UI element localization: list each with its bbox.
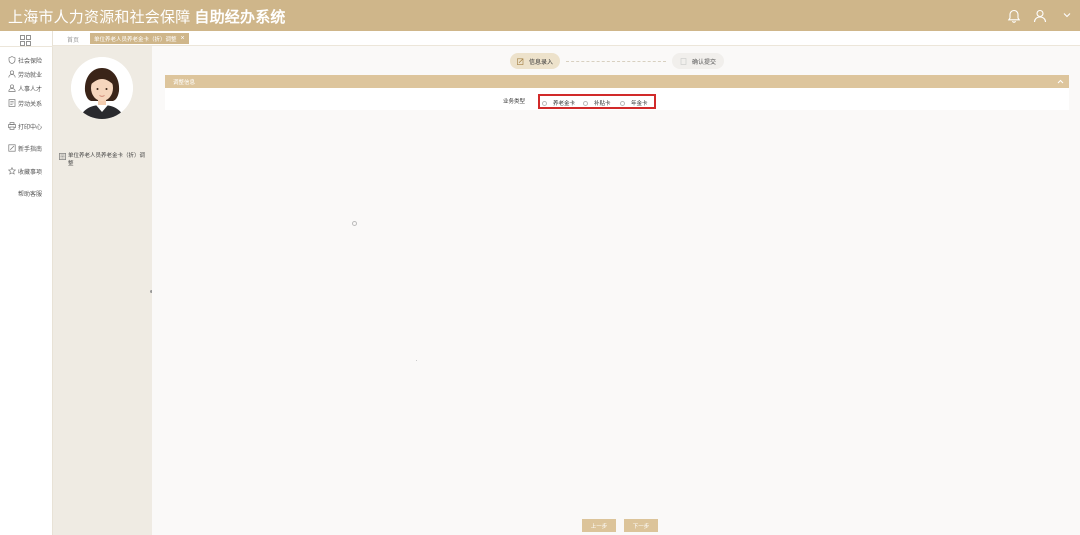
- nav-item-guide[interactable]: 新手指南: [0, 142, 53, 154]
- step-info-entry: 信息录入: [510, 53, 560, 69]
- breadcrumb-tabs: 首页 单位养老人员养老金卡（折）调整 ×: [53, 31, 1080, 46]
- radio-circle[interactable]: [620, 100, 625, 106]
- app-title-system: 自助经办系统: [194, 9, 286, 26]
- step-confirm-submit-label: 确认提交: [691, 59, 716, 66]
- avatar: [71, 57, 133, 119]
- step-indicator: 信息录入 确认提交: [510, 53, 724, 69]
- tab-home[interactable]: 首页: [67, 35, 79, 44]
- calculator-icon: [59, 153, 66, 160]
- radio-label: 年金卡: [631, 101, 648, 107]
- loading-spinner-icon: [352, 221, 357, 226]
- nav-item-label: 劳动就业: [18, 72, 43, 79]
- tab-active[interactable]: 单位养老人员养老金卡（折）调整 ×: [90, 33, 189, 44]
- nav-item-label: 人事人才: [18, 86, 43, 93]
- business-type-label: 业务类型: [503, 99, 526, 105]
- prev-step-button[interactable]: 上一步: [582, 519, 616, 532]
- nav-item-help[interactable]: 帮助客服: [0, 187, 53, 199]
- grid-menu-icon[interactable]: [20, 35, 31, 46]
- document-icon: [8, 99, 16, 107]
- tab-active-label: 单位养老人员养老金卡（折）调整: [94, 36, 177, 43]
- stray-mark: [416, 360, 417, 361]
- nav-item-label: 收藏事项: [18, 169, 43, 176]
- shield-icon: [8, 56, 16, 64]
- business-type-options: 养老金卡 补贴卡 年金卡: [538, 94, 656, 109]
- close-icon[interactable]: ×: [181, 35, 185, 42]
- nav-item-labor-relations[interactable]: 劳动关系: [0, 97, 53, 109]
- bell-icon[interactable]: [1006, 8, 1022, 24]
- top-header-bar: 上海市人力资源和社会保障 自助经办系统: [0, 0, 1080, 31]
- app-title: 上海市人力资源和社会保障 自助经办系统: [8, 6, 286, 27]
- people-icon: [8, 84, 16, 92]
- main-content: 信息录入 确认提交 调整信息 业务类型 养老金卡 补贴卡 年金卡 上一步 下一步: [152, 46, 1080, 535]
- nav-item-employment[interactable]: 劳动就业: [0, 68, 53, 80]
- star-icon: [8, 167, 16, 175]
- radio-pension-card[interactable]: 养老金卡: [542, 99, 575, 107]
- guide-icon: [8, 144, 16, 152]
- app-title-main: 上海市人力资源和社会保障: [8, 9, 191, 26]
- nav-divider: [0, 46, 53, 47]
- next-step-button[interactable]: 下一步: [624, 519, 658, 532]
- nav-item-favorites[interactable]: 收藏事项: [0, 165, 53, 177]
- chevron-down-icon[interactable]: [1062, 10, 1072, 20]
- nav-item-label: 帮助客服: [18, 191, 43, 198]
- radio-circle[interactable]: [583, 100, 588, 106]
- nav-item-label: 新手指南: [18, 146, 43, 153]
- edit-icon: [517, 58, 524, 65]
- chevron-up-icon[interactable]: [1056, 77, 1065, 86]
- radio-label: 养老金卡: [553, 101, 576, 107]
- section-title: 调整信息: [173, 80, 196, 86]
- printer-icon: [8, 122, 16, 130]
- section-body: 业务类型 养老金卡 补贴卡 年金卡: [165, 88, 1069, 110]
- section-header[interactable]: 调整信息: [165, 75, 1069, 88]
- process-item-label: 单位养老人员养老金卡（折）调整: [68, 153, 146, 167]
- radio-circle[interactable]: [542, 100, 547, 106]
- process-item[interactable]: 单位养老人员养老金卡（折）调整: [59, 152, 149, 168]
- person-icon: [8, 70, 16, 78]
- avatar-illustration: [71, 57, 133, 119]
- step-info-entry-label: 信息录入: [528, 59, 553, 66]
- nav-item-print-center[interactable]: 打印中心: [0, 120, 53, 132]
- nav-item-label: 社会保险: [18, 58, 43, 65]
- nav-item-personnel[interactable]: 人事人才: [0, 82, 53, 94]
- profile-panel: 单位养老人员养老金卡（折）调整: [53, 46, 152, 535]
- document-icon: [680, 57, 687, 65]
- nav-item-label: 劳动关系: [18, 101, 43, 108]
- left-nav: 社会保险 劳动就业 人事人才 劳动关系 打印中心 新手指南 收藏事项 帮助客服: [0, 31, 53, 535]
- radio-label: 补贴卡: [594, 101, 611, 107]
- user-icon[interactable]: [1032, 8, 1048, 24]
- radio-subsidy-card[interactable]: 补贴卡: [583, 99, 611, 107]
- radio-annuity-card[interactable]: 年金卡: [620, 99, 648, 107]
- nav-item-social-insurance[interactable]: 社会保险: [0, 54, 53, 66]
- nav-item-label: 打印中心: [18, 124, 43, 131]
- step-confirm-submit: 确认提交: [672, 53, 724, 69]
- step-connector: [566, 61, 666, 62]
